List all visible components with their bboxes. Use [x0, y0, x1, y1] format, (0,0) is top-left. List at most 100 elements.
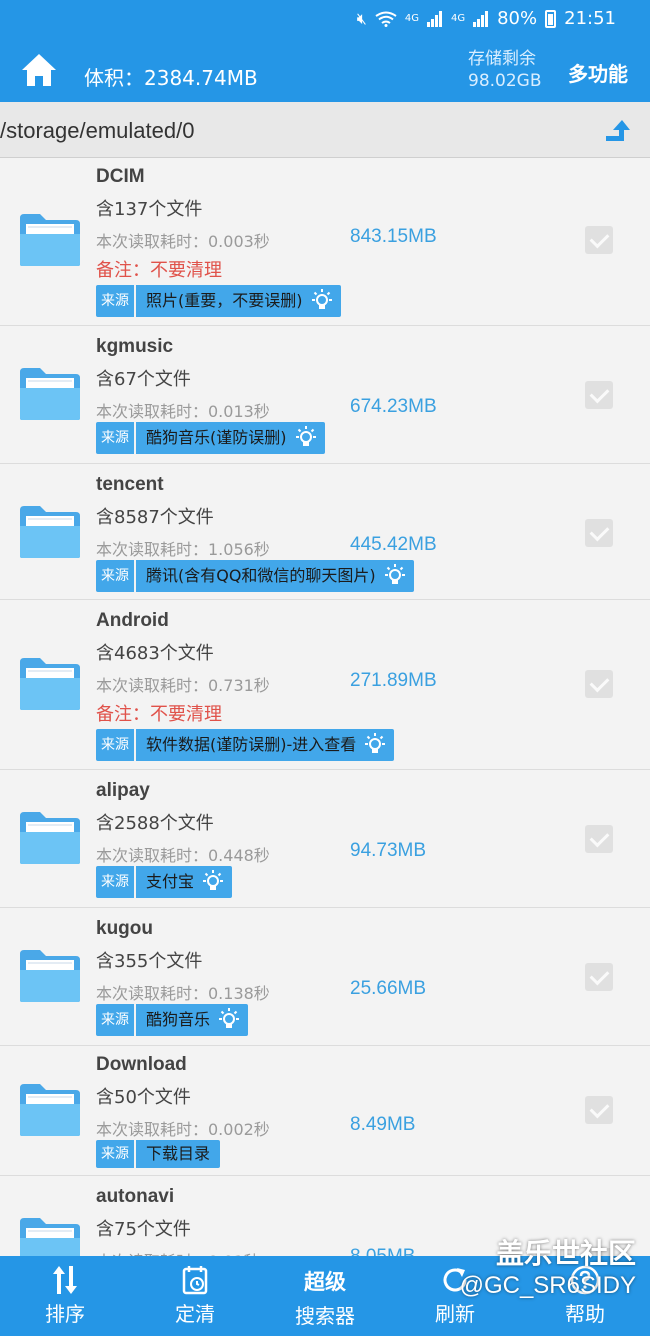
folder-icon — [20, 812, 80, 864]
calendar-clock-icon — [182, 1266, 208, 1295]
watermark-line2: @GC_SR6SIDY — [459, 1272, 636, 1299]
source-label: 来源 — [96, 1004, 136, 1036]
source-tag[interactable]: 来源 软件数据(谨防误删)-进入查看 — [96, 729, 395, 761]
folder-size: 445.42MB — [350, 534, 437, 555]
file-count: 含2588个文件 — [96, 813, 214, 834]
source-label: 来源 — [96, 866, 136, 898]
super-label: 超级 — [304, 1270, 346, 1294]
signal-icon-2 — [473, 10, 489, 27]
total-volume: 体积：2384.74MB — [84, 66, 258, 90]
folder-name: DCIM — [96, 166, 145, 187]
file-count: 含50个文件 — [96, 1087, 191, 1108]
super-search-button[interactable]: 超级 搜索器 — [275, 1256, 375, 1336]
lightbulb-icon[interactable] — [362, 732, 388, 758]
folder-row-tencent[interactable]: tencent 含8587个文件 本次读取耗时：1.056秒 445.42MB … — [0, 464, 650, 600]
folder-row-alipay[interactable]: alipay 含2588个文件 本次读取耗时：0.448秒 94.73MB 来源… — [0, 770, 650, 908]
folder-name: tencent — [96, 474, 164, 495]
read-time: 本次读取耗时：0.002秒 — [96, 1120, 270, 1139]
source-label: 来源 — [96, 560, 136, 592]
read-time: 本次读取耗时：0.01秒 — [96, 1248, 260, 1256]
source-text: 软件数据(谨防误删)-进入查看 — [146, 735, 357, 754]
source-text: 酷狗音乐(谨防误删) — [146, 428, 287, 447]
wifi-icon — [375, 11, 397, 27]
battery-icon — [545, 9, 557, 28]
home-icon[interactable] — [20, 52, 58, 88]
folder-row-android[interactable]: Android 含4683个文件 本次读取耗时：0.731秒 271.89MB … — [0, 600, 650, 770]
folder-size: 8.05MB — [350, 1246, 415, 1256]
app-header: 体积：2384.74MB 存储剩余 98.02GB 多功能 — [0, 40, 650, 102]
multi-function-button[interactable]: 多功能 — [568, 58, 628, 87]
source-text: 腾讯(含有QQ和微信的聊天图片) — [146, 566, 376, 585]
select-checkbox[interactable] — [585, 670, 613, 698]
folder-icon — [20, 658, 80, 710]
schedule-clean-button[interactable]: 定清 — [145, 1256, 245, 1336]
folder-row-kgmusic[interactable]: kgmusic 含67个文件 本次读取耗时：0.013秒 674.23MB 来源… — [0, 326, 650, 464]
folder-icon — [20, 1084, 80, 1136]
network-type-2: 4G — [450, 13, 466, 24]
folder-name: Download — [96, 1054, 187, 1075]
read-time: 本次读取耗时：0.013秒 — [96, 402, 270, 421]
source-tag[interactable]: 来源 酷狗音乐 — [96, 1004, 249, 1036]
folder-icon — [20, 214, 80, 266]
source-tag[interactable]: 来源 下载目录 — [96, 1140, 221, 1168]
source-label: 来源 — [96, 1140, 136, 1168]
lightbulb-icon[interactable] — [216, 1007, 242, 1033]
status-icons: 🔇︎ 4G 4G 80% 21:51 — [357, 8, 616, 29]
source-label: 来源 — [96, 422, 136, 454]
read-time: 本次读取耗时：0.448秒 — [96, 846, 270, 865]
folder-size: 674.23MB — [350, 396, 437, 417]
sort-icon — [53, 1266, 77, 1294]
select-checkbox[interactable] — [585, 381, 613, 409]
read-time: 本次读取耗时：0.731秒 — [96, 676, 270, 695]
status-bar: 🔇︎ 4G 4G 80% 21:51 — [0, 0, 650, 40]
folder-row-kugou[interactable]: kugou 含355个文件 本次读取耗时：0.138秒 25.66MB 来源 酷… — [0, 908, 650, 1046]
select-checkbox[interactable] — [585, 226, 613, 254]
go-up-icon[interactable] — [602, 116, 630, 144]
sort-label: 排序 — [45, 1302, 85, 1326]
watermark: 盖乐世社区 @GC_SR6SIDY — [438, 1232, 650, 1300]
folder-size: 843.15MB — [350, 226, 437, 247]
folder-name: kgmusic — [96, 336, 174, 357]
lightbulb-icon[interactable] — [382, 563, 408, 589]
refresh-label: 刷新 — [435, 1302, 475, 1326]
folder-size: 8.49MB — [350, 1114, 416, 1135]
folder-row-download[interactable]: Download 含50个文件 本次读取耗时：0.002秒 8.49MB 来源 … — [0, 1046, 650, 1176]
searcher-label: 搜索器 — [295, 1304, 355, 1328]
folder-note: 备注：不要清理 — [96, 704, 222, 725]
folder-icon — [20, 506, 80, 558]
file-count: 含137个文件 — [96, 199, 203, 220]
lightbulb-icon[interactable] — [200, 869, 226, 895]
mute-icon: 🔇︎ — [356, 8, 367, 28]
help-label: 帮助 — [565, 1302, 605, 1326]
folder-icon — [20, 950, 80, 1002]
file-count: 含75个文件 — [96, 1219, 191, 1240]
source-label: 来源 — [96, 729, 136, 761]
sort-button[interactable]: 排序 — [15, 1256, 115, 1336]
lightbulb-icon[interactable] — [309, 288, 335, 314]
file-count: 含4683个文件 — [96, 643, 214, 664]
folder-size: 271.89MB — [350, 670, 437, 691]
source-tag[interactable]: 来源 腾讯(含有QQ和微信的聊天图片) — [96, 560, 414, 592]
folder-note: 备注：不要清理 — [96, 260, 222, 281]
path-bar: /storage/emulated/0 — [0, 102, 650, 158]
source-text: 照片(重要，不要误删) — [146, 291, 303, 310]
watermark-line1: 盖乐世社区 — [495, 1237, 636, 1270]
source-tag[interactable]: 来源 照片(重要，不要误删) — [96, 285, 341, 317]
folder-row-dcim[interactable]: DCIM 含137个文件 本次读取耗时：0.003秒 843.15MB 备注：不… — [0, 158, 650, 326]
read-time: 本次读取耗时：0.003秒 — [96, 232, 270, 251]
select-checkbox[interactable] — [585, 1096, 613, 1124]
select-checkbox[interactable] — [585, 519, 613, 547]
folder-name: Android — [96, 610, 169, 631]
file-count: 含8587个文件 — [96, 507, 214, 528]
source-tag[interactable]: 来源 支付宝 — [96, 866, 233, 898]
source-tag[interactable]: 来源 酷狗音乐(谨防误删) — [96, 422, 325, 454]
select-checkbox[interactable] — [585, 825, 613, 853]
select-checkbox[interactable] — [585, 963, 613, 991]
read-time: 本次读取耗时：1.056秒 — [96, 540, 270, 559]
clock: 21:51 — [564, 8, 616, 29]
storage-remaining: 存储剩余 98.02GB — [468, 48, 542, 92]
lightbulb-icon[interactable] — [293, 425, 319, 451]
folder-size: 25.66MB — [350, 978, 427, 999]
read-time: 本次读取耗时：0.138秒 — [96, 984, 270, 1003]
battery-percent: 80% — [497, 8, 538, 29]
